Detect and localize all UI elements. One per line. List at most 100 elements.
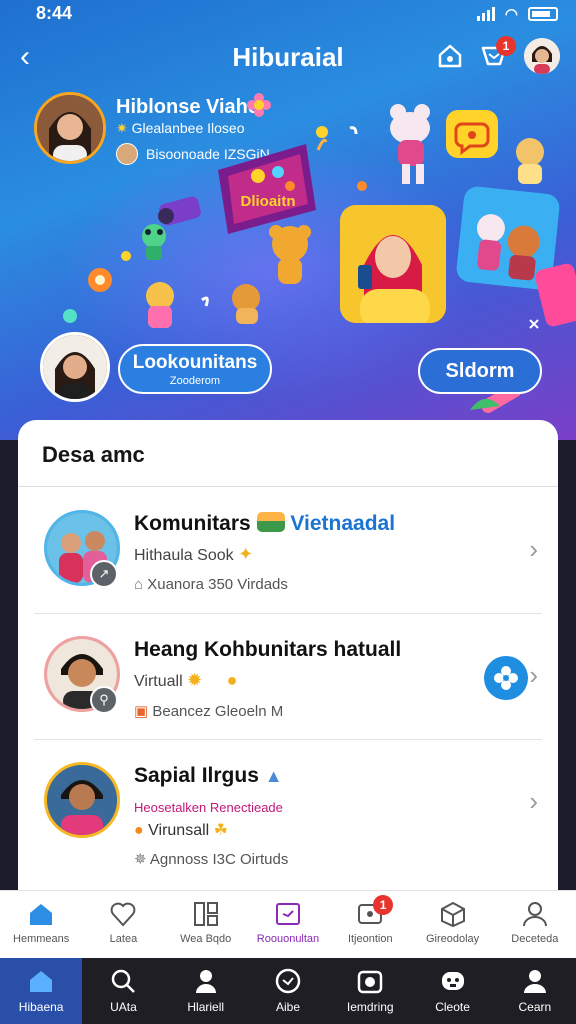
calendar-icon — [275, 903, 300, 925]
item-subtitle-text: Hithaula Sook — [134, 547, 234, 564]
home-outline-icon[interactable] — [436, 42, 464, 70]
list-item[interactable]: Sapial Ilrgus ▲ Heosetalken Renectieade … — [18, 742, 558, 868]
row-divider — [34, 739, 542, 740]
tab-label: Latea — [109, 933, 138, 945]
tab-label: Cleote — [435, 1000, 470, 1014]
pill-left-subtitle: Zooderom — [169, 375, 221, 387]
tab-community[interactable]: Roouonultan — [247, 891, 329, 958]
search-icon: ⚲ — [90, 686, 118, 714]
gamepad-icon — [441, 972, 464, 990]
chevron-right-icon: › — [529, 660, 538, 690]
item-status-text: Virunsall — [148, 822, 210, 839]
chevron-right-icon: › — [529, 786, 538, 816]
pin-icon: ● — [226, 670, 238, 690]
item-status: ● Virunsall ☘ — [134, 820, 228, 840]
tab-label: Hlariell — [187, 1000, 225, 1014]
tab-favorites[interactable]: Latea — [82, 891, 164, 958]
item-subtitle: Virtuall ✹ ● — [134, 670, 238, 691]
tab-badge: 1 — [373, 895, 394, 915]
tab-label: Roouonultan — [256, 933, 320, 945]
tab2-profile[interactable]: Cearn — [494, 958, 576, 1024]
chat-icon — [275, 968, 301, 994]
tab2-trending[interactable]: Iemdring — [329, 958, 411, 1024]
profile-avatar[interactable] — [34, 92, 106, 164]
section-divider — [18, 486, 558, 487]
person-icon — [522, 902, 547, 927]
wifi-icon: ◠ — [504, 6, 518, 23]
user-avatar[interactable] — [524, 38, 560, 74]
flower-action-button[interactable] — [484, 656, 528, 700]
list-item[interactable]: ⚲ Heang Kohbunitars hatuall Virtuall ✹ ●… — [18, 616, 558, 740]
kite-illustration: Dlioaitn — [218, 144, 316, 234]
tab2-search[interactable]: UAta — [82, 958, 164, 1024]
profile-name: Hiblonse Viahe — [116, 96, 260, 118]
sldorm-button[interactable]: Sldorm — [418, 348, 542, 394]
drop-icon: ▲ — [264, 766, 283, 786]
user-icon — [195, 970, 216, 993]
list-item[interactable]: ↗ Komunitars Vietnaadal Hithaula Sook ✦ … — [18, 490, 558, 614]
sparkle-icon: ✷ — [116, 120, 128, 136]
tab-label: Wea Bqdo — [180, 933, 232, 945]
tab-label: Hibaena — [18, 1000, 64, 1014]
pill-left-title: Lookounitans — [132, 352, 258, 373]
battery-icon — [528, 7, 558, 21]
search-icon — [112, 969, 136, 993]
tab-label: UAta — [110, 1000, 137, 1014]
chat-bubble-icon — [446, 110, 498, 158]
item-subtitle-text: Virtuall — [134, 673, 183, 690]
item-title: Heang Kohbunitars hatuall — [134, 638, 402, 661]
item-meta-text: Beancez Gleoeln M — [152, 703, 284, 720]
notification-badge: 1 — [496, 36, 516, 56]
top-navigation: ‹ Hiburaial 1 — [0, 36, 576, 80]
item-title-accent: Vietnaadal — [290, 512, 396, 535]
status-icons: ◠ — [476, 5, 558, 23]
community-pill-button[interactable]: Lookounitans Zooderom — [118, 344, 272, 394]
tab2-user[interactable]: Hlariell — [165, 958, 247, 1024]
dot-icon: ● — [134, 822, 144, 839]
tab-label: Itjeontion — [347, 933, 393, 945]
item-subtitle-text: Heosetalken Renectieade — [134, 800, 283, 815]
tab-label: Aibe — [275, 1000, 300, 1014]
tab2-home[interactable]: Hibaena — [0, 958, 83, 1024]
signal-icon — [476, 7, 495, 21]
sun-icon: ✹ — [187, 670, 203, 690]
tag-icon: ▣ — [134, 703, 149, 720]
heart-icon — [111, 902, 136, 927]
tab-label: Gireodolay — [425, 933, 480, 945]
item-meta: ✵ Agnnoss I3C Oirtuds — [134, 850, 288, 868]
person-icon — [523, 970, 546, 993]
item-meta-text: Agnnoss I3C Oirtuds — [149, 851, 289, 868]
status-time: 8:44 — [36, 3, 73, 23]
tab-label: Cearn — [518, 1000, 552, 1014]
home-icon — [30, 971, 53, 992]
item-title-text: Sapial Ilrgus — [134, 764, 259, 787]
featured-video-thumbnail[interactable] — [340, 205, 446, 323]
tab-messages[interactable]: 1 Itjeontion — [329, 891, 411, 958]
tab-directory[interactable]: Gireodolay — [411, 891, 493, 958]
profile-subtitle-text: Glealanbee Iloseo — [131, 120, 245, 136]
tab-label: Hemmeans — [13, 933, 70, 945]
handshake-icon: ✵ — [134, 851, 147, 868]
hero-banner: 8:44 ◠ ‹ Hiburaial 1 Hiblonse Viahe ✷ Gl… — [0, 0, 576, 440]
tab-grid[interactable]: Wea Bqdo — [165, 891, 247, 958]
status-bar: 8:44 ◠ — [0, 0, 576, 28]
profile-subtitle: ✷ Glealanbee Iloseo — [116, 120, 245, 137]
star-icon: ✦ — [238, 544, 254, 564]
leaf-icon: ☘ — [213, 822, 228, 839]
community-avatar[interactable] — [40, 332, 110, 402]
kite-label: Dlioaitn — [241, 193, 296, 210]
box-icon — [440, 901, 465, 928]
tab-profile[interactable]: Deceteda — [494, 891, 576, 958]
tab-home[interactable]: Hemmeans — [0, 891, 82, 958]
section-title: Desa amc — [42, 442, 145, 467]
community-list-card: Desa amc ↗ Komunitars Vietnaadal Hithaul… — [18, 420, 558, 890]
item-title: Komunitars Vietnaadal — [134, 512, 395, 536]
profile-mini-avatar — [116, 143, 138, 165]
tab2-chat[interactable]: Aibe — [247, 958, 329, 1024]
link-icon: ↗ — [90, 560, 118, 588]
item-title: Sapial Ilrgus ▲ — [134, 764, 283, 788]
home-icon — [30, 904, 53, 925]
tab2-games[interactable]: Cleote — [411, 958, 493, 1024]
camera-icon — [358, 970, 383, 994]
flower-icon — [247, 93, 271, 117]
